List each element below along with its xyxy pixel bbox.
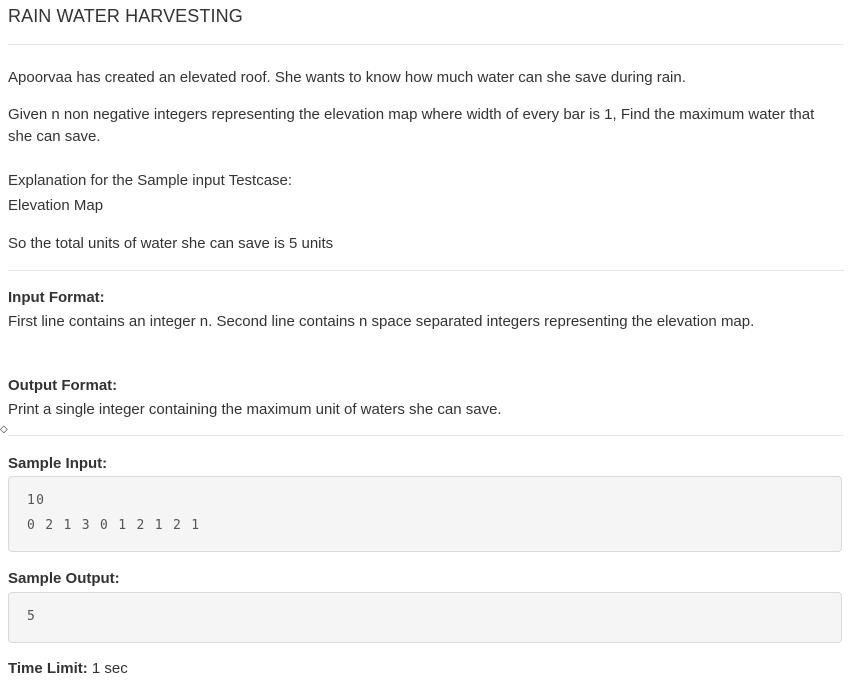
time-limit-value: 1 sec (91, 660, 128, 677)
section-divider (8, 270, 844, 271)
explanation-heading: Explanation for the Sample input Testcas… (8, 172, 293, 189)
output-format-text: Print a single integer containing the ma… (8, 401, 502, 418)
time-limit-label: Time Limit: (8, 660, 88, 677)
title-divider (8, 44, 844, 45)
sample-input-label: Sample Input: (8, 455, 108, 472)
sample-input-line-2: 0 2 1 3 0 1 2 1 2 1 (27, 518, 201, 533)
sample-input-line-1: 10 (27, 493, 46, 508)
intro-text: Apoorvaa has created an elevated roof. S… (8, 69, 686, 86)
input-format-text: First line contains an integer n. Second… (8, 313, 755, 330)
sample-output-box: 5 (8, 592, 842, 643)
sample-output-label: Sample Output: (8, 570, 120, 587)
sample-output-value: 5 (27, 609, 37, 624)
sample-input-box: 10 0 2 1 3 0 1 2 1 2 1 (8, 476, 842, 552)
sample-divider (8, 435, 844, 436)
total-units-text: So the total units of water she can save… (8, 235, 334, 252)
input-format-label: Input Format: (8, 289, 105, 306)
description-text: Given n non negative integers representi… (8, 106, 815, 145)
time-limit: Time Limit: 1 sec (8, 658, 838, 680)
output-format-label: Output Format: (8, 377, 118, 394)
elevation-map-label: Elevation Map (8, 197, 104, 214)
diamond-cursor-icon: ◇ (0, 424, 8, 435)
problem-title: RAIN WATER HARVESTING (8, 6, 243, 26)
problem-page: RAIN WATER HARVESTING Apoorvaa has creat… (0, 0, 861, 693)
